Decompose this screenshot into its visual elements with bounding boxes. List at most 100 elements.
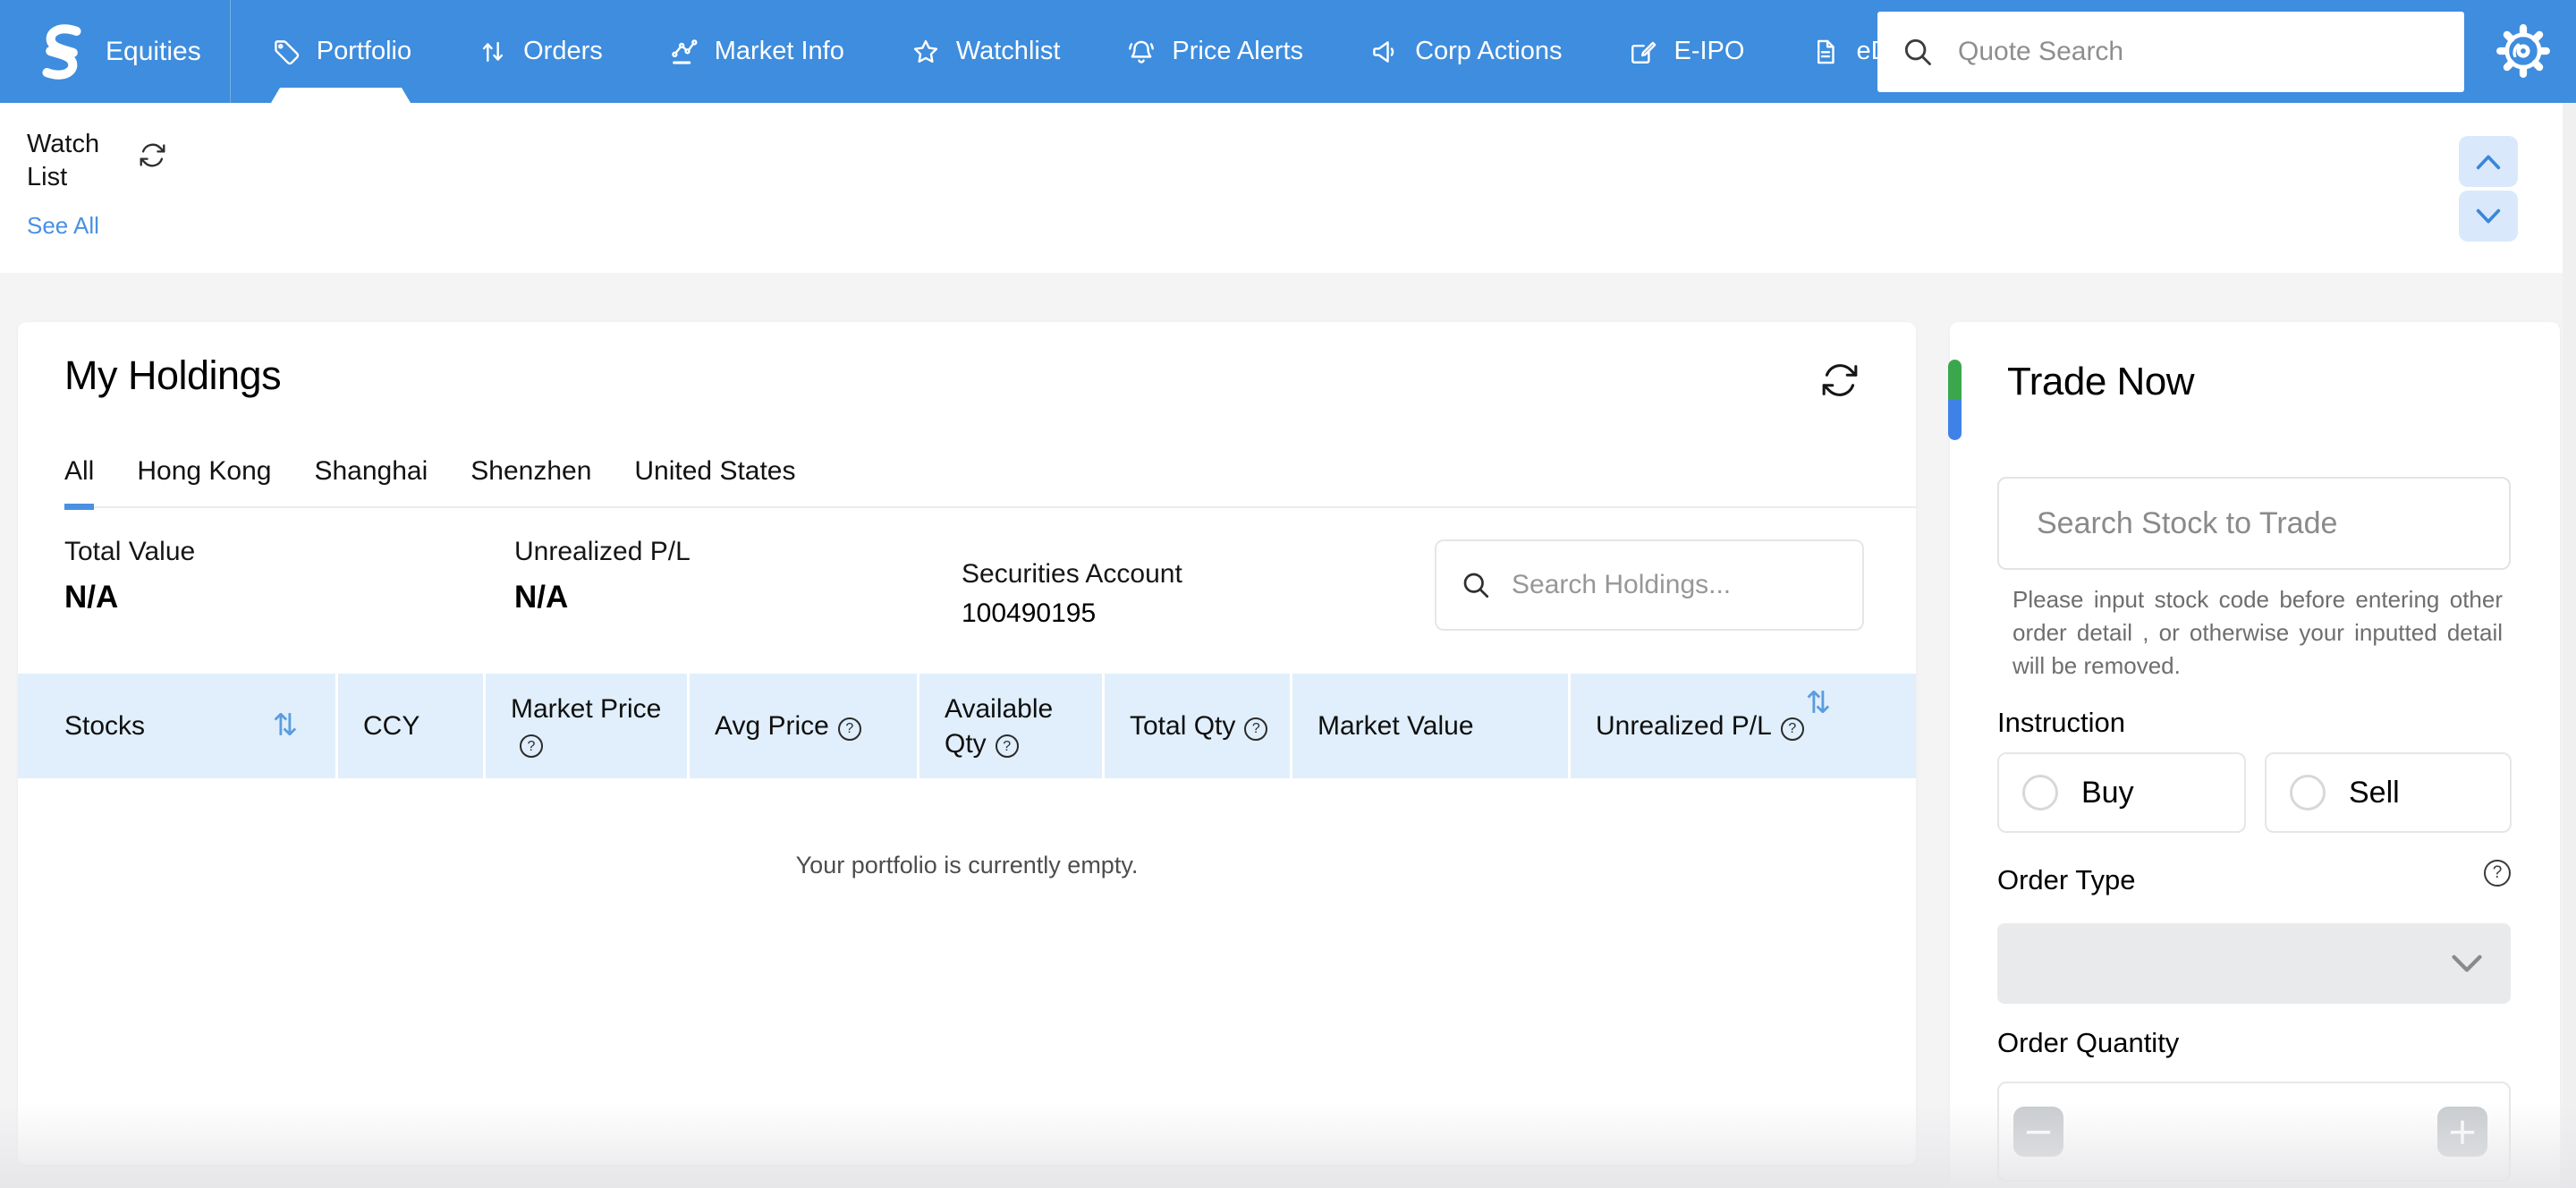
- chevron-down-icon: [2452, 955, 2482, 972]
- scroll-up-button[interactable]: [2459, 136, 2518, 187]
- help-icon[interactable]: ?: [995, 734, 1019, 758]
- tab-label: United States: [634, 456, 796, 486]
- stock-search-input[interactable]: [2035, 505, 2473, 542]
- gear-icon[interactable]: [2494, 21, 2553, 81]
- standard-chartered-logo: [42, 23, 81, 80]
- chevron-down-icon: [2476, 208, 2501, 224]
- nav-divider: [229, 0, 231, 103]
- nav-item-label: Price Alerts: [1172, 37, 1304, 65]
- tag-icon: [274, 39, 299, 64]
- nav-item-orders[interactable]: Orders: [445, 0, 636, 103]
- column-header-stocks[interactable]: Stocks ⇅: [18, 674, 335, 778]
- nav-item-watchlist[interactable]: Watchlist: [877, 0, 1094, 103]
- help-icon[interactable]: ?: [520, 734, 543, 758]
- sort-icon[interactable]: ⇅: [1806, 686, 1832, 721]
- empty-portfolio-message: Your portfolio is currently empty.: [795, 852, 1139, 878]
- order-type-select[interactable]: [1997, 923, 2511, 1004]
- nav-item-e-ipo[interactable]: E-IPO: [1595, 0, 1777, 103]
- nav-item-label: E-IPO: [1674, 37, 1745, 65]
- nav-item-label: Orders: [523, 37, 603, 65]
- accent-green: [1948, 360, 1962, 400]
- securities-account-block: Securities Account 100490195: [962, 559, 1182, 629]
- scrollbar-track[interactable]: [2563, 103, 2576, 1188]
- up-down-arrows-icon: [483, 41, 504, 62]
- watch-list-bar: Watch List See All: [0, 103, 2576, 273]
- active-tab-indicator: [271, 88, 411, 103]
- stock-search-helper-text: Please input stock code before entering …: [2012, 586, 2503, 679]
- securities-account-number: 100490195: [962, 598, 1097, 628]
- total-value-block: Total Value N/A: [64, 537, 195, 615]
- order-quantity-input[interactable]: [2080, 1092, 2432, 1171]
- nav-item-market-info[interactable]: Market Info: [636, 0, 877, 103]
- refresh-icon[interactable]: [1819, 360, 1860, 401]
- accent-blue: [1948, 400, 1962, 440]
- see-all-link[interactable]: See All: [27, 212, 99, 240]
- help-icon[interactable]: ?: [2484, 860, 2511, 887]
- column-header-total-qty: Total Qty?: [1105, 674, 1290, 778]
- help-icon[interactable]: ?: [1780, 717, 1804, 741]
- column-header-avg-price: Avg Price?: [690, 674, 917, 778]
- total-value: N/A: [64, 580, 119, 615]
- nav-menu: Portfolio Orders Market Info Watchlist P…: [238, 0, 2036, 103]
- active-tab-underline: [64, 504, 95, 510]
- my-holdings-card: My Holdings All Hong Kong Shanghai Shenz…: [18, 322, 1916, 1165]
- sort-icon[interactable]: ⇅: [273, 709, 299, 743]
- instruction-label: Instruction: [1997, 707, 2126, 738]
- tab-label: Shanghai: [314, 456, 428, 486]
- column-header-ccy: CCY: [338, 674, 483, 778]
- nav-item-portfolio[interactable]: Portfolio: [238, 0, 445, 103]
- quote-search-input[interactable]: [1956, 36, 2441, 68]
- help-icon[interactable]: ?: [1244, 717, 1268, 741]
- watch-list-pager: [2459, 136, 2518, 245]
- brand-accent-bar: [1948, 360, 1962, 440]
- column-label: Avg Price: [715, 711, 829, 741]
- column-header-market-price: Market Price?: [486, 674, 687, 778]
- watch-list-title: Watch List: [27, 130, 100, 191]
- trade-now-panel: Trade Now Please input stock code before…: [1948, 322, 2560, 1188]
- sell-option[interactable]: Sell: [2265, 752, 2512, 833]
- nav-item-price-alerts[interactable]: Price Alerts: [1093, 0, 1336, 103]
- holdings-search-box: [1435, 539, 1864, 631]
- refresh-icon[interactable]: [138, 140, 167, 170]
- trade-now-title: Trade Now: [2007, 360, 2195, 403]
- quote-search-box: [1877, 12, 2464, 92]
- megaphone-icon: [1373, 40, 1394, 63]
- holdings-table-header: Stocks ⇅ CCY Market Price? Avg Price? Av…: [18, 674, 1916, 778]
- tab-label: Hong Kong: [137, 456, 272, 486]
- search-icon: [1904, 38, 1931, 65]
- star-icon: [913, 39, 937, 63]
- nav-item-label: Corp Actions: [1415, 37, 1563, 65]
- holdings-title: My Holdings: [64, 352, 282, 398]
- column-label: Market Price: [511, 693, 662, 724]
- order-quantity-label: Order Quantity: [1997, 1027, 2180, 1058]
- column-label: Market Value: [1318, 711, 1474, 741]
- tab-united-states[interactable]: United States: [634, 437, 795, 506]
- tab-shanghai[interactable]: Shanghai: [314, 437, 428, 506]
- pencil-icon: [1631, 41, 1657, 64]
- scroll-down-button[interactable]: [2459, 191, 2518, 242]
- nav-item-label: Market Info: [714, 37, 844, 65]
- radio-icon: [2290, 775, 2326, 810]
- document-icon: [1818, 39, 1835, 64]
- column-label: Total Qty: [1130, 711, 1236, 741]
- tab-hong-kong[interactable]: Hong Kong: [137, 437, 271, 506]
- radio-icon: [2022, 775, 2058, 810]
- help-icon[interactable]: ?: [837, 717, 861, 741]
- total-value-label: Total Value: [64, 537, 196, 566]
- tab-label: Shenzhen: [470, 456, 592, 486]
- stock-search-box: [1997, 477, 2511, 570]
- holdings-search-input[interactable]: [1510, 569, 1839, 601]
- buy-option[interactable]: Buy: [1997, 752, 2246, 833]
- increase-quantity-button[interactable]: +: [2437, 1107, 2487, 1157]
- bell-icon: [1129, 40, 1155, 64]
- nav-item-corp-actions[interactable]: Corp Actions: [1336, 0, 1595, 103]
- securities-account-label: Securities Account: [962, 559, 1182, 589]
- order-type-label: Order Type: [1997, 864, 2136, 895]
- tab-all[interactable]: All: [64, 437, 95, 510]
- column-header-unrealized-pl[interactable]: Unrealized P/L? ⇅: [1571, 674, 1916, 778]
- decrease-quantity-button[interactable]: −: [2013, 1107, 2063, 1157]
- column-label: Unrealized P/L: [1596, 711, 1772, 741]
- tab-shenzhen[interactable]: Shenzhen: [470, 437, 591, 506]
- page: Equities Portfolio Orders Market Info Wa…: [0, 0, 2576, 1188]
- column-label: CCY: [363, 711, 420, 741]
